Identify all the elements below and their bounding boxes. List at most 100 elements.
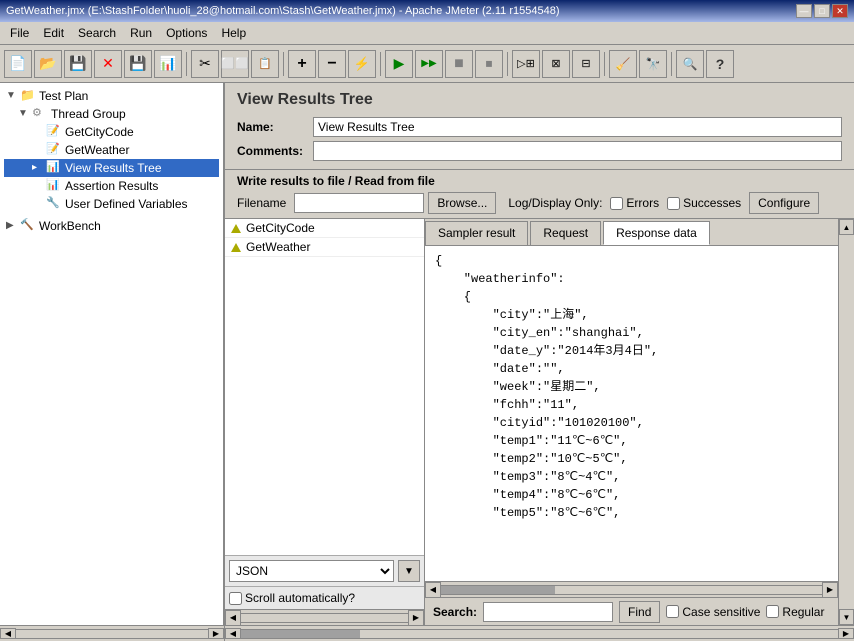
open-btn[interactable]: 📂 xyxy=(34,50,62,78)
json-line: { xyxy=(435,288,828,306)
case-sensitive-checkbox[interactable] xyxy=(666,605,679,618)
add-node-btn[interactable]: + xyxy=(288,50,316,78)
sep2 xyxy=(283,52,284,76)
run-btn[interactable]: ▶ xyxy=(385,50,413,78)
tree-item-view-results-tree[interactable]: ▸ 📊 View Results Tree xyxy=(4,159,219,177)
search-input[interactable] xyxy=(483,602,613,622)
tree-item-get-weather[interactable]: ▸ 📝 GetWeather xyxy=(4,141,219,159)
search-bar: Search: Find Case sensitive Regular xyxy=(425,597,838,625)
minimize-btn[interactable]: — xyxy=(796,4,812,18)
tree-item-label: User Defined Variables xyxy=(65,197,188,211)
remove-node-btn[interactable]: − xyxy=(318,50,346,78)
stop-btn[interactable]: ■ xyxy=(445,50,473,78)
menu-help[interactable]: Help xyxy=(215,24,252,42)
tree-item-label: WorkBench xyxy=(39,219,101,233)
right-hscroll[interactable]: ◀ ▶ xyxy=(425,581,838,597)
case-sensitive-label[interactable]: Case sensitive xyxy=(666,605,760,619)
tab-response-data[interactable]: Response data xyxy=(603,221,710,245)
tree-item-test-plan[interactable]: ▼ 📁 Test Plan xyxy=(4,87,219,105)
successes-checkbox-label[interactable]: Successes xyxy=(667,196,741,210)
merge-btn[interactable]: ⚡ xyxy=(348,50,376,78)
regular-checkbox[interactable] xyxy=(766,605,779,618)
errors-checkbox[interactable] xyxy=(610,197,623,210)
hscroll-left-btn[interactable]: ◀ xyxy=(425,582,441,598)
scroll-thumb xyxy=(839,235,854,609)
left-scroll-btn2[interactable]: ◀ xyxy=(225,628,241,639)
left-scroll-btn[interactable]: ◀ xyxy=(0,628,16,639)
scroll-left-btn[interactable]: ◀ xyxy=(225,610,241,626)
tree-item-assertion-results[interactable]: ▸ 📊 Assertion Results xyxy=(4,177,219,195)
menu-options[interactable]: Options xyxy=(160,24,213,42)
window-controls[interactable]: — □ ✕ xyxy=(796,4,848,18)
remote-start-btn[interactable]: ▷⊞ xyxy=(512,50,540,78)
paste-btn[interactable]: 📋 xyxy=(251,50,279,78)
filename-label: Filename xyxy=(237,196,286,210)
maximize-btn[interactable]: □ xyxy=(814,4,830,18)
tab-request[interactable]: Request xyxy=(530,221,601,245)
write-results-title: Write results to file / Read from file xyxy=(237,174,842,188)
comments-input[interactable] xyxy=(313,141,842,161)
hscroll-right-btn[interactable]: ▶ xyxy=(822,582,838,598)
scroll-right-btn[interactable]: ▶ xyxy=(408,610,424,626)
case-sensitive-text: Case sensitive xyxy=(682,605,760,619)
var-icon: 🔧 xyxy=(46,196,62,212)
json-line: "temp2":"10℃~5℃", xyxy=(435,450,828,468)
tree-item-user-defined-vars[interactable]: ▸ 🔧 User Defined Variables xyxy=(4,195,219,213)
menu-run[interactable]: Run xyxy=(124,24,158,42)
browse-btn[interactable]: Browse... xyxy=(428,192,496,214)
menu-edit[interactable]: Edit xyxy=(37,24,70,42)
successes-checkbox[interactable] xyxy=(667,197,680,210)
cut-btn[interactable]: ✂ xyxy=(191,50,219,78)
regular-label[interactable]: Regular xyxy=(766,605,824,619)
sample-get-city-code[interactable]: GetCityCode xyxy=(225,219,424,238)
tree-item-workbench[interactable]: ▶ 🔨 WorkBench xyxy=(4,217,219,235)
scroll-up-btn[interactable]: ▲ xyxy=(839,219,854,235)
remote-stop-btn[interactable]: ⊠ xyxy=(542,50,570,78)
format-select[interactable]: JSON XML HTML Text xyxy=(229,560,394,582)
tree-item-get-city-code[interactable]: ▸ 📝 GetCityCode xyxy=(4,123,219,141)
help-tool-btn[interactable]: ? xyxy=(706,50,734,78)
sep4 xyxy=(507,52,508,76)
tab-sampler-result[interactable]: Sampler result xyxy=(425,221,528,245)
menu-file[interactable]: File xyxy=(4,24,35,42)
report-btn[interactable]: 📊 xyxy=(154,50,182,78)
run-all-btn[interactable]: ▶▶ xyxy=(415,50,443,78)
format-dropdown-btn[interactable]: ▼ xyxy=(398,560,420,582)
right-scroll-btn2[interactable]: ▶ xyxy=(838,628,854,639)
tree-item-label: Thread Group xyxy=(51,107,126,121)
clear-btn[interactable]: 🔭 xyxy=(639,50,667,78)
close-btn[interactable]: ✕ xyxy=(832,4,848,18)
name-input[interactable] xyxy=(313,117,842,137)
remote-all-btn[interactable]: ⊟ xyxy=(572,50,600,78)
scroll-down-btn[interactable]: ▼ xyxy=(839,609,854,625)
find-btn[interactable]: Find xyxy=(619,601,660,623)
right-scroll-thumb xyxy=(241,630,360,638)
tree-item-thread-group[interactable]: ▼ ⚙ Thread Group xyxy=(4,105,219,123)
menu-search[interactable]: Search xyxy=(72,24,122,42)
right-scroll-track xyxy=(241,629,838,639)
configure-btn[interactable]: Configure xyxy=(749,192,819,214)
script-icon: 📝 xyxy=(46,124,62,140)
sample-get-weather[interactable]: GetWeather xyxy=(225,238,424,257)
scroll-auto-checkbox[interactable] xyxy=(229,592,242,605)
search-tool-btn[interactable]: 🔍 xyxy=(676,50,704,78)
close-file-btn[interactable]: ✕ xyxy=(94,50,122,78)
triangle-icon2 xyxy=(231,243,241,252)
filename-input[interactable] xyxy=(294,193,424,213)
scroll-auto-label: Scroll automatically? xyxy=(245,591,355,605)
shutdown-btn[interactable]: ⏹ xyxy=(475,50,503,78)
json-content: { "weatherinfo": { "city":"上海", "city_en… xyxy=(425,246,838,581)
errors-checkbox-label[interactable]: Errors xyxy=(610,196,659,210)
left-hscroll[interactable]: ◀ ▶ xyxy=(225,609,424,625)
json-line: "weatherinfo": xyxy=(435,270,828,288)
right-scroll-btn[interactable]: ▶ xyxy=(208,628,224,639)
chart-icon: 📊 xyxy=(46,178,62,194)
hscroll-thumb xyxy=(441,586,555,594)
new-btn[interactable]: 📄 xyxy=(4,50,32,78)
clear-all-btn[interactable]: 🧹 xyxy=(609,50,637,78)
save-btn[interactable]: 💾 xyxy=(64,50,92,78)
save-as-btn[interactable]: 💾 xyxy=(124,50,152,78)
copy-btn[interactable]: ⬜⬜ xyxy=(221,50,249,78)
search-label: Search: xyxy=(433,605,477,619)
hscroll-track xyxy=(441,585,822,595)
